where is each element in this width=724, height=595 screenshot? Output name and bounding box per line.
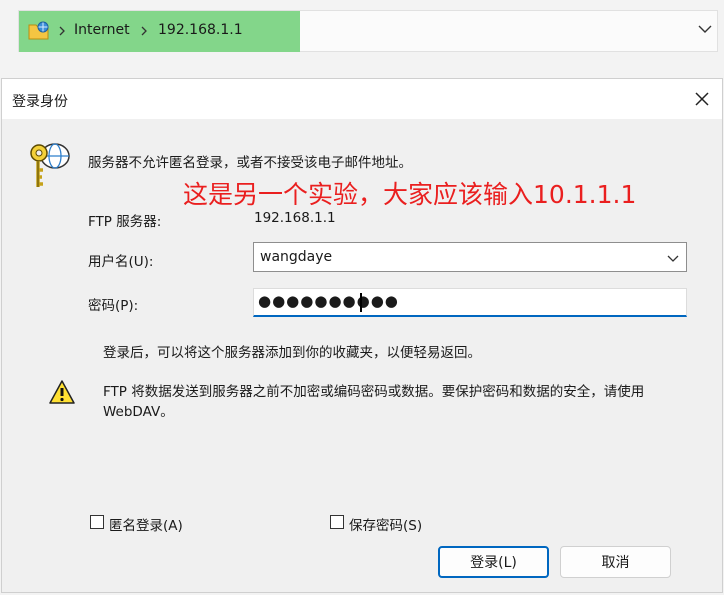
cancel-button[interactable]: 取消 (560, 546, 671, 578)
username-label: 用户名(U): (88, 254, 154, 270)
chevron-down-icon[interactable] (697, 21, 713, 37)
chevron-right-icon (59, 26, 65, 36)
warning-text-line2: WebDAV。 (103, 404, 174, 420)
login-dialog: 登录身份 服务器不允许匿名登录，或者不接受该电子邮件地址。 这是另一个实验，大家… (1, 78, 723, 593)
chevron-right-icon (141, 26, 147, 36)
key-globe-icon (30, 143, 70, 187)
save-password-checkbox[interactable] (330, 515, 344, 529)
text-caret (360, 293, 362, 312)
breadcrumb-server[interactable]: 192.168.1.1 (158, 22, 243, 38)
password-value: ●●●●●●●●●● (258, 292, 399, 310)
warning-icon (49, 380, 75, 404)
chevron-down-icon[interactable] (666, 251, 680, 265)
dialog-title: 登录身份 (12, 94, 68, 110)
dialog-titlebar: 登录身份 (2, 79, 722, 119)
ftp-server-label: FTP 服务器: (88, 214, 162, 230)
close-icon[interactable] (692, 89, 712, 109)
username-combobox[interactable]: wangdaye (253, 242, 687, 272)
save-password-label[interactable]: 保存密码(S) (349, 514, 422, 534)
password-label: 密码(P): (88, 298, 139, 314)
anonymous-login-label[interactable]: 匿名登录(A) (109, 514, 183, 534)
login-button[interactable]: 登录(L) (438, 546, 549, 578)
explorer-header: Internet 192.168.1.1 (0, 0, 724, 66)
username-value: wangdaye (260, 249, 333, 265)
ftp-server-value: 192.168.1.1 (254, 210, 336, 226)
password-field[interactable]: ●●●●●●●●●● (253, 288, 687, 317)
warning-text-line1: FTP 将数据发送到服务器之前不加密或编码密码或数据。要保护密码和数据的安全，请… (103, 384, 645, 400)
breadcrumb-internet[interactable]: Internet (74, 22, 130, 38)
red-annotation: 这是另一个实验，大家应该输入10.1.1.1 (183, 180, 637, 209)
info-text: 登录后，可以将这个服务器添加到你的收藏夹，以便轻易返回。 (103, 345, 481, 361)
folder-network-icon (28, 21, 49, 40)
error-message: 服务器不允许匿名登录，或者不接受该电子邮件地址。 (88, 155, 412, 171)
address-bar[interactable]: Internet 192.168.1.1 (18, 10, 718, 52)
anonymous-login-checkbox[interactable] (90, 515, 104, 529)
